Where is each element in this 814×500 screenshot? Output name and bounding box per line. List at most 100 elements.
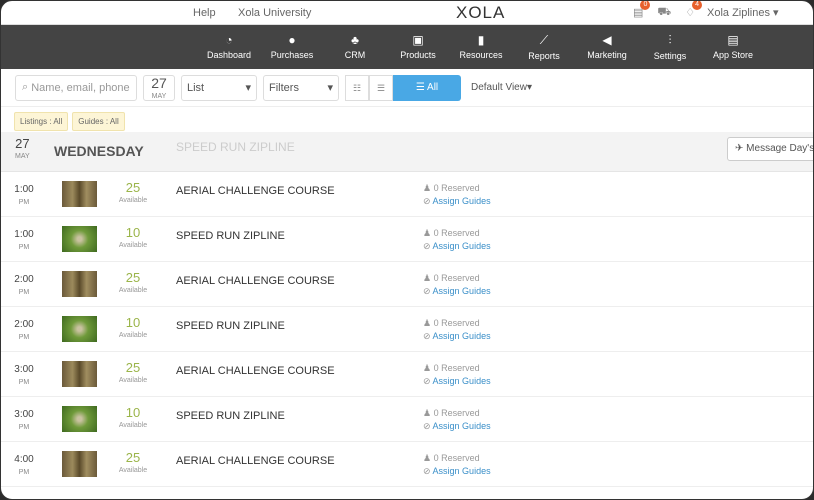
view-select[interactable]: List ▾ <box>181 74 257 101</box>
listing-thumbnail <box>62 451 97 477</box>
reserved-count: ♟ 0 Reserved <box>423 273 480 284</box>
day-month: MAY <box>15 153 30 160</box>
reserved-text: 0 Reserved <box>433 273 480 283</box>
available-count: 10 <box>125 405 141 420</box>
available-count: 25 <box>125 360 141 375</box>
table-row[interactable]: 3:00 PM 10 Available SPEED RUN ZIPLINE ♟ 0… <box>1 397 813 442</box>
calendar-icon[interactable]: ▤ 0 <box>633 1 651 19</box>
listing-name[interactable]: SPEED RUN ZIPLINE <box>176 320 285 332</box>
assign-guides-link[interactable]: ⊘ Assign Guides <box>423 466 491 477</box>
listing-name[interactable]: AERIAL CHALLENGE COURSE <box>176 455 335 467</box>
nav-purchases[interactable]: ● Purchases <box>261 25 323 69</box>
row-time: 1:00 <box>14 229 34 240</box>
nav-icon: ◔ <box>225 33 233 47</box>
listing-thumbnail <box>62 271 97 297</box>
listing-name[interactable]: AERIAL CHALLENGE COURSE <box>176 275 335 287</box>
nav-label: Reports <box>528 51 560 61</box>
table-row[interactable]: 3:00 PM 25 Available AERIAL CHALLENGE COUR… <box>1 352 813 397</box>
assign-guides-link[interactable]: ⊘ Assign Guides <box>423 286 491 297</box>
reserved-count: ♟ 0 Reserved <box>423 228 480 239</box>
users-icon: ♟ <box>423 228 434 238</box>
message-day-button[interactable]: ✈ Message Day's B <box>727 137 814 161</box>
nav-crm[interactable]: ♣ CRM <box>324 25 386 69</box>
users-icon: ♟ <box>423 318 434 328</box>
nav-icon: ⟋ <box>539 33 549 47</box>
reserved-text: 0 Reserved <box>433 183 480 193</box>
assign-guides-label: Assign Guides <box>432 466 491 476</box>
date-month: MAY <box>151 92 167 100</box>
row-ampm: PM <box>18 244 30 251</box>
message-label: Message Day's B <box>746 143 814 154</box>
filters-value: Filters <box>269 81 299 94</box>
nav-products[interactable]: ▣ Products <box>387 25 449 69</box>
table-row[interactable]: 1:00 PM 10 Available SPEED RUN ZIPLINE ♟ 0… <box>1 217 813 262</box>
listing-thumbnail <box>62 226 97 252</box>
bell-icon[interactable]: ♢ 4 <box>685 1 703 19</box>
assign-guides-link[interactable]: ⊘ Assign Guides <box>423 331 491 342</box>
row-time: 2:00 <box>14 274 34 285</box>
search-input[interactable]: ⌕ Name, email, phone <box>15 74 137 101</box>
nav-label: Purchases <box>270 50 314 60</box>
account-menu[interactable]: Xola Ziplines ▾ <box>707 6 779 19</box>
nav-label: Products <box>400 50 436 60</box>
all-filter-button[interactable]: ☰ All <box>393 74 461 101</box>
nav-icon: ⫶ <box>668 33 672 47</box>
checklist-filter-button[interactable]: ☷ <box>345 74 369 101</box>
day-number: 27 <box>15 136 30 151</box>
table-row[interactable]: 2:00 PM 10 Available SPEED RUN ZIPLINE ♟ 0… <box>1 307 813 352</box>
table-row[interactable]: 4:00 PM 25 Available AERIAL CHALLENGE COUR… <box>1 442 813 487</box>
row-time: 3:00 <box>14 409 34 420</box>
check-circle-icon: ⊘ <box>423 241 433 251</box>
assign-guides-label: Assign Guides <box>432 331 491 341</box>
nav-icon: ● <box>288 33 296 47</box>
nav-label: Marketing <box>587 50 627 60</box>
ghost-listing: SPEED RUN ZIPLINE <box>176 140 295 154</box>
assign-guides-label: Assign Guides <box>432 196 491 206</box>
listing-thumbnail <box>62 316 97 342</box>
caret-down-icon: ▾ <box>245 82 251 94</box>
list-filter-button[interactable]: ☰ <box>369 74 393 101</box>
nav-resources[interactable]: ▮ Resources <box>450 25 512 69</box>
nav-icon: ▣ <box>412 33 424 47</box>
assign-guides-link[interactable]: ⊘ Assign Guides <box>423 376 491 387</box>
table-row[interactable]: 1:00 PM 25 Available AERIAL CHALLENGE COUR… <box>1 172 813 217</box>
listing-name[interactable]: AERIAL CHALLENGE COURSE <box>176 185 335 197</box>
guides-filter-chip[interactable]: Guides : All <box>72 111 125 131</box>
nav-label: App Store <box>712 50 754 60</box>
nav-app-store[interactable]: ▤ App Store <box>702 25 764 69</box>
available-count: 25 <box>125 450 141 465</box>
event-list: 1:00 PM 25 Available AERIAL CHALLENGE COUR… <box>1 172 813 487</box>
listing-name[interactable]: SPEED RUN ZIPLINE <box>176 410 285 422</box>
date-picker[interactable]: 27 MAY <box>143 74 175 101</box>
nav-reports[interactable]: ⟋ Reports <box>513 25 575 69</box>
available-label: Available <box>118 467 148 474</box>
listing-name[interactable]: SPEED RUN ZIPLINE <box>176 230 285 242</box>
assign-guides-link[interactable]: ⊘ Assign Guides <box>423 196 491 207</box>
nav-label: Resources <box>459 50 503 60</box>
search-icon: ⌕ <box>22 81 32 93</box>
xola-logo[interactable]: XOLA <box>456 3 505 23</box>
cart-icon[interactable]: ⛟ <box>657 6 671 20</box>
reserved-text: 0 Reserved <box>433 363 480 373</box>
nav-settings[interactable]: ⫶ Settings <box>639 25 701 69</box>
listings-filter-chip[interactable]: Listings : All <box>14 111 69 131</box>
assign-guides-link[interactable]: ⊘ Assign Guides <box>423 241 491 252</box>
university-link[interactable]: Xola University <box>238 7 311 19</box>
reserved-text: 0 Reserved <box>433 228 480 238</box>
check-circle-icon: ⊘ <box>423 286 433 296</box>
assign-guides-label: Assign Guides <box>432 286 491 296</box>
listing-thumbnail <box>62 181 97 207</box>
check-circle-icon: ⊘ <box>423 331 433 341</box>
default-view-dropdown[interactable]: Default View▾ <box>471 82 532 93</box>
users-icon: ♟ <box>423 453 434 463</box>
listing-name[interactable]: AERIAL CHALLENGE COURSE <box>176 365 335 377</box>
nav-marketing[interactable]: ◀ Marketing <box>576 25 638 69</box>
help-link[interactable]: Help <box>193 7 216 19</box>
assign-guides-label: Assign Guides <box>432 241 491 251</box>
nav-dashboard[interactable]: ◔ Dashboard <box>198 25 260 69</box>
filters-select[interactable]: Filters ▾ <box>263 74 339 101</box>
assign-guides-link[interactable]: ⊘ Assign Guides <box>423 421 491 432</box>
row-ampm: PM <box>18 199 30 206</box>
available-count: 10 <box>125 315 141 330</box>
table-row[interactable]: 2:00 PM 25 Available AERIAL CHALLENGE COUR… <box>1 262 813 307</box>
